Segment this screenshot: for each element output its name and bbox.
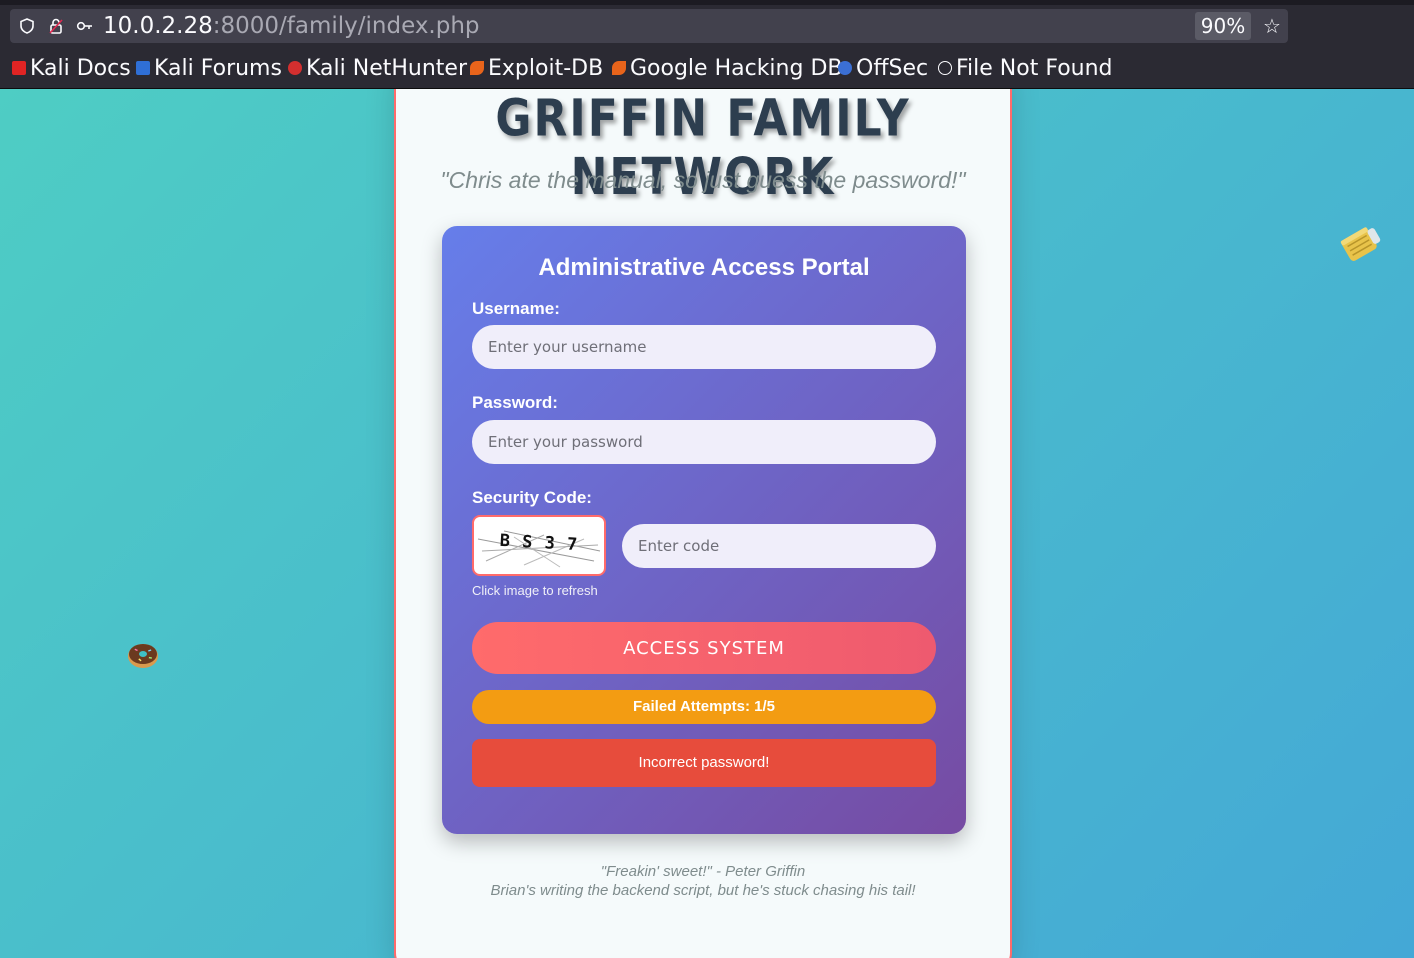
url-path: :8000/family/index.php (212, 13, 480, 39)
ghdb-icon (612, 61, 626, 75)
kali-forums-icon (136, 61, 150, 75)
globe-icon (938, 61, 952, 75)
username-label: Username: (472, 299, 560, 318)
zoom-indicator[interactable]: 90% (1195, 12, 1251, 40)
password-label: Password: (472, 393, 558, 412)
donut-icon (127, 640, 159, 674)
bookmark-star-icon[interactable]: ☆ (1260, 12, 1284, 40)
lock-insecure-icon[interactable] (47, 17, 65, 35)
username-input[interactable] (472, 325, 936, 369)
security-code-label: Security Code: (472, 488, 592, 507)
tagline: "Chris ate the manual, so just guess the… (440, 167, 966, 193)
url-host: 10.0.2.28 (103, 13, 213, 39)
password-input[interactable] (472, 420, 936, 464)
bookmark-label: Kali Docs (30, 55, 131, 81)
error-message: Incorrect password! (472, 739, 936, 787)
key-icon[interactable] (76, 17, 94, 35)
bookmark-exploit-db[interactable]: Exploit-DB (470, 54, 603, 82)
access-system-button[interactable]: ACCESS SYSTEM (472, 622, 936, 674)
bookmark-label: Google Hacking DB (630, 55, 843, 81)
bookmark-label: Kali NetHunter (306, 55, 467, 81)
url-text[interactable]: 10.0.2.28:8000/family/index.php (103, 12, 480, 40)
offsec-icon (838, 61, 852, 75)
security-code-input[interactable] (622, 524, 936, 568)
footer-quote: "Freakin' sweet!" - Peter Griffin (600, 863, 806, 880)
page-viewport: GRIFFIN FAMILY NETWORK "Chris ate the ma… (0, 89, 1414, 958)
bookmark-label: File Not Found (956, 55, 1113, 81)
address-bar[interactable]: 10.0.2.28:8000/family/index.php 90% ☆ (10, 9, 1288, 43)
bookmark-label: Kali Forums (154, 55, 282, 81)
login-form: Administrative Access Portal Username: P… (442, 226, 966, 834)
bookmark-kali-docs[interactable]: Kali Docs (12, 54, 131, 82)
bookmark-label: Exploit-DB (488, 55, 604, 81)
kali-docs-icon (12, 61, 26, 75)
bookmark-label: OffSec (856, 55, 929, 81)
portal-heading: Administrative Access Portal (538, 254, 870, 281)
bookmark-google-hacking-db[interactable]: Google Hacking DB (612, 54, 842, 82)
window-top-strip (0, 0, 1414, 5)
footer-note: Brian's writing the backend script, but … (490, 882, 916, 899)
captcha-image[interactable]: B S 3 7 (472, 515, 606, 576)
failed-attempts-badge: Failed Attempts: 1/5 (472, 690, 936, 724)
nethunter-icon (288, 61, 302, 75)
bookmark-offsec[interactable]: OffSec (838, 54, 928, 82)
bookmark-kali-nethunter[interactable]: Kali NetHunter (288, 54, 467, 82)
login-card: GRIFFIN FAMILY NETWORK "Chris ate the ma… (394, 89, 1012, 958)
bookmark-file-not-found[interactable]: File Not Found (938, 54, 1113, 82)
bookmark-kali-forums[interactable]: Kali Forums (136, 54, 282, 82)
bookmarks-toolbar: Kali Docs Kali Forums Kali NetHunter Exp… (0, 48, 1414, 89)
captcha-refresh-hint: Click image to refresh (472, 583, 598, 598)
exploit-db-icon (470, 61, 484, 75)
shield-icon[interactable] (18, 17, 36, 35)
beer-can-icon (1336, 222, 1384, 270)
